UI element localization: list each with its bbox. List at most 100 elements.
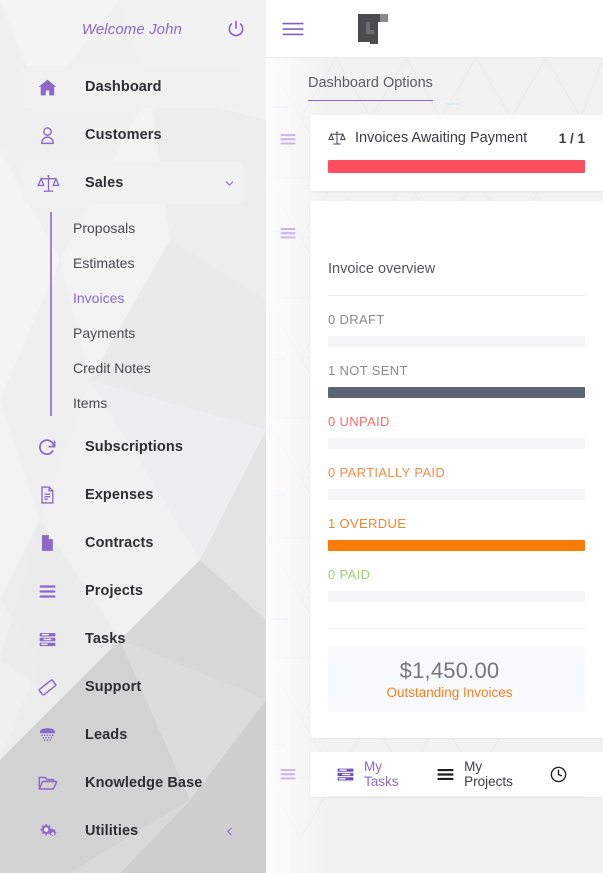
overview-row-label: 0 PAID [328,567,585,582]
overview-row-fill [328,387,585,398]
sidebar-item-label: Projects [85,583,143,599]
submenu-item-proposals[interactable]: Proposals [50,210,266,245]
sidebar-item-knowledge-base[interactable]: Knowledge Base [22,762,244,804]
refresh-icon [37,435,63,459]
card-invoice-overview: Invoice overview 0 DRAFT 1 NOT SENT 0 UN… [310,201,603,738]
user-icon [37,123,63,147]
app-logo[interactable] [352,8,394,50]
overview-row-partially-paid: 0 PARTIALLY PAID [310,465,603,500]
submenu-item-label: Estimates [73,255,134,271]
sidebar-item-leads[interactable]: Leads [22,714,244,756]
tasks-icon [336,765,355,784]
divider [328,628,585,629]
submenu-item-items[interactable]: Items [50,385,266,420]
submenu-item-credit-notes[interactable]: Credit Notes [50,350,266,385]
outstanding-label: Outstanding Invoices [328,685,571,700]
power-icon[interactable] [226,19,246,39]
overview-row-not-sent: 1 NOT SENT [310,363,603,398]
sidebar-item-customers[interactable]: Customers [22,114,244,156]
tab-dashboard-options[interactable]: Dashboard Options [308,75,433,101]
awaiting-progress-bar [328,160,585,173]
sidebar-item-utilities[interactable]: Utilities [22,810,244,852]
tab-label: My Tasks [364,759,410,789]
chevron-down-icon[interactable] [223,177,244,190]
welcome-row: Welcome John [0,0,266,58]
main-area: Dashboard Options [266,0,603,873]
overview-row-fill [328,540,585,551]
widget-row-awaiting: Invoices Awaiting Payment 1 / 1 [266,115,603,191]
awaiting-count: 1 / 1 [559,131,585,146]
drag-handle-overview[interactable] [266,201,310,243]
gears-icon [37,819,63,843]
overview-row-track [328,387,585,398]
sidebar-item-label: Subscriptions [85,439,183,455]
outstanding-invoices-box: $1,450.00 Outstanding Invoices [328,646,585,712]
sidebar-item-sales[interactable]: Sales [22,162,244,204]
sidebar: Welcome John Dashboard [0,0,266,873]
list-icon [436,765,455,784]
dashboard-tabs-row: Dashboard Options [266,58,603,101]
sidebar-item-contracts[interactable]: Contracts [22,522,244,564]
scales-icon [37,171,63,195]
overview-row-track [328,540,585,551]
bottom-tabs-row: My Tasks My Projects [310,752,603,796]
tasks-icon [37,627,63,651]
sidebar-item-tasks[interactable]: Tasks [22,618,244,660]
submenu-item-label: Payments [73,325,135,341]
app-root: Welcome John Dashboard [0,0,603,873]
sidebar-item-label: Tasks [85,631,126,647]
clock-icon [549,765,568,784]
sidebar-item-label: Contracts [85,535,154,551]
sidebar-item-label: Dashboard [85,79,162,95]
overview-row-label: 0 DRAFT [328,312,585,327]
drag-handle-tabs[interactable] [266,752,310,784]
overview-row-draft: 0 DRAFT [310,312,603,347]
sidebar-item-reports[interactable]: Reports [22,858,244,873]
divider [328,295,585,296]
overview-row-label: 1 NOT SENT [328,363,585,378]
submenu-item-estimates[interactable]: Estimates [50,245,266,280]
submenu-item-label: Proposals [73,220,135,236]
overview-row-label: 1 OVERDUE [328,516,585,531]
hamburger-icon[interactable] [280,16,306,42]
outstanding-amount: $1,450.00 [328,658,571,684]
sidebar-item-support[interactable]: Support [22,666,244,708]
home-icon [37,75,63,99]
widget-row-tabs: My Tasks My Projects [266,752,603,797]
overview-row-label: 0 PARTIALLY PAID [328,465,585,480]
tab-clock[interactable] [549,765,577,784]
chevron-left-icon[interactable] [223,825,244,838]
submenu-item-label: Credit Notes [73,360,151,376]
submenu-item-label: Items [73,395,107,411]
overview-row-track [328,438,585,449]
tab-my-tasks[interactable]: My Tasks [336,759,410,789]
chart-area-icon [37,867,63,873]
card-my-tasks-projects: My Tasks My Projects [310,752,603,797]
overview-row-overdue: 1 OVERDUE [310,516,603,551]
sidebar-item-projects[interactable]: Projects [22,570,244,612]
sidebar-item-expenses[interactable]: Expenses [22,474,244,516]
divider [328,796,585,797]
sidebar-item-label: Sales [85,175,123,191]
card-invoices-awaiting-payment: Invoices Awaiting Payment 1 / 1 [310,115,603,191]
file-lines-icon [37,483,63,507]
ticket-icon [37,675,63,699]
drag-handle-awaiting[interactable] [266,115,310,149]
submenu-item-invoices[interactable]: Invoices [50,280,266,315]
sidebar-item-label: Utilities [85,823,138,839]
scales-icon [328,129,346,147]
sidebar-item-label: Expenses [85,487,154,503]
dashboard-content: Dashboard Options [266,58,603,873]
folder-open-icon [37,771,63,795]
tab-my-projects[interactable]: My Projects [436,759,523,789]
sidebar-item-dashboard[interactable]: Dashboard [22,66,244,108]
submenu-item-payments[interactable]: Payments [50,315,266,350]
overview-row-label: 0 UNPAID [328,414,585,429]
sidebar-item-subscriptions[interactable]: Subscriptions [22,426,244,468]
overview-row-track [328,336,585,347]
tab-label: My Projects [464,759,523,789]
sidebar-item-label: Support [85,679,141,695]
sidebar-item-label: Customers [85,127,162,143]
sidebar-item-label: Knowledge Base [85,775,202,791]
overview-row-paid: 0 PAID [310,567,603,602]
